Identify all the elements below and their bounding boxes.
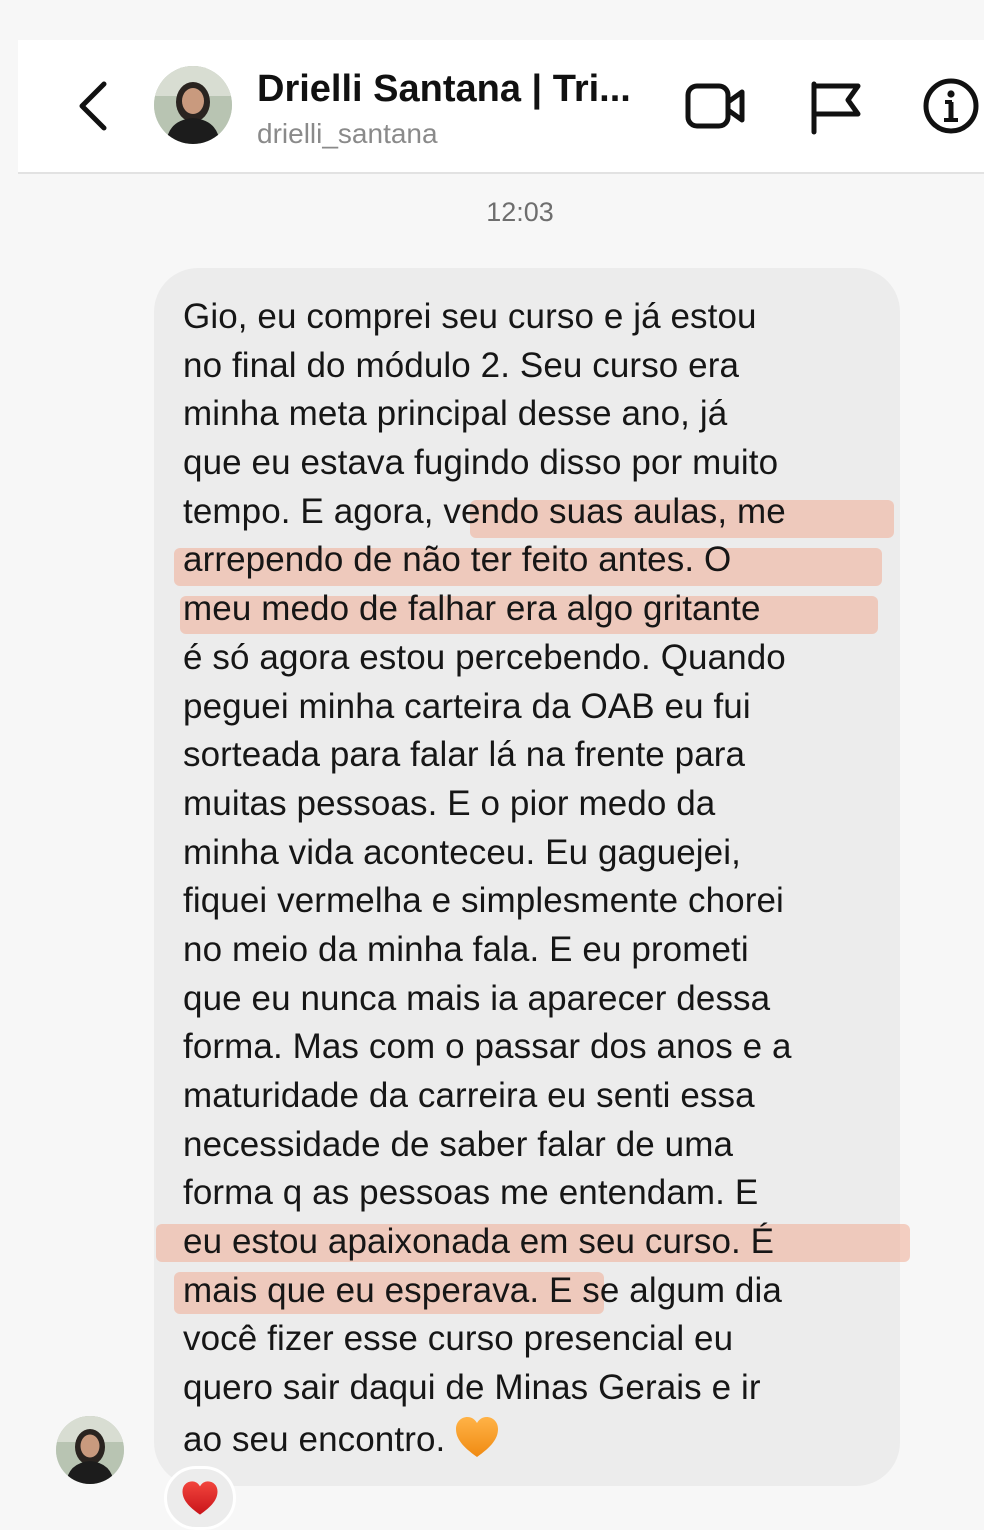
contact-username: drielli_santana [257,118,438,149]
message-timestamp: 12:03 [486,197,554,227]
message-line: meu medo de falhar era algo gritante [183,589,761,629]
message-line: quero sair daqui de Minas Gerais e ir [183,1368,761,1408]
chat-header: Drielli Santana | Tri... drielli_santana [18,40,984,174]
message-line: que eu estava fugindo disso por muito [183,443,779,483]
sender-avatar[interactable] [56,1416,124,1484]
dm-thread-screen: Drielli Santana | Tri... drielli_santana [0,0,984,1530]
info-button[interactable] [918,76,984,136]
message-line: forma q as pessoas me entendam. E [183,1173,759,1213]
message-line: mais que eu esperava. E se algum dia [183,1270,782,1310]
message-line: Gio, eu comprei seu curso e já estou [183,297,757,336]
video-call-button[interactable] [684,76,748,136]
info-icon [923,78,979,134]
message-line: no meio da minha fala. E eu prometi [183,929,749,969]
message-line: fiquei vermelha e simplesmente chorei [183,881,784,921]
message-line: necessidade de saber falar de uma [183,1124,734,1164]
message-line: maturidade da carreira eu senti essa [183,1076,755,1115]
message-line: muitas pessoas. E o pior medo da [183,783,716,823]
message-line: minha vida aconteceu. Eu gaguejei, [183,832,741,872]
contact-name[interactable]: Drielli Santana | Tri... [257,68,631,111]
message-line: minha meta principal desse ano, já [183,394,728,434]
message-line: é só agora estou percebendo. Quando [183,637,786,677]
avatar[interactable] [154,66,232,144]
message-line: sorteada para falar lá na frente para [183,735,746,775]
video-camera-icon [685,83,745,129]
report-button[interactable] [804,76,868,136]
message-line: forma. Mas com o passar dos anos e a [183,1027,792,1067]
message-line: eu estou apaixonada em seu curso. É [183,1222,775,1262]
orange-heart-icon [456,1416,499,1457]
message-line: tempo. E agora, vendo suas aulas, me [183,491,786,531]
message-last-line: ao seu encontro. [183,1413,883,1462]
message-line: no final do módulo 2. Seu curso era [183,345,740,385]
back-button[interactable] [70,78,114,134]
message-line: que eu nunca mais ia aparecer dessa [183,978,771,1018]
chevron-left-icon [79,81,107,131]
message-line: ao seu encontro. [183,1419,446,1459]
profile-photo-icon [154,66,232,144]
profile-photo-icon [56,1416,124,1484]
red-heart-icon [182,1481,218,1515]
flag-icon [811,81,861,135]
message-reaction[interactable] [164,1466,236,1530]
message-text: Gio, eu comprei seu curso e já estou no … [183,293,883,1462]
message-line: você fizer esse curso presencial eu [183,1319,734,1359]
message-line: arrependo de não ter feito antes. O [183,540,732,580]
message-line: peguei minha carteira da OAB eu fui [183,686,751,726]
